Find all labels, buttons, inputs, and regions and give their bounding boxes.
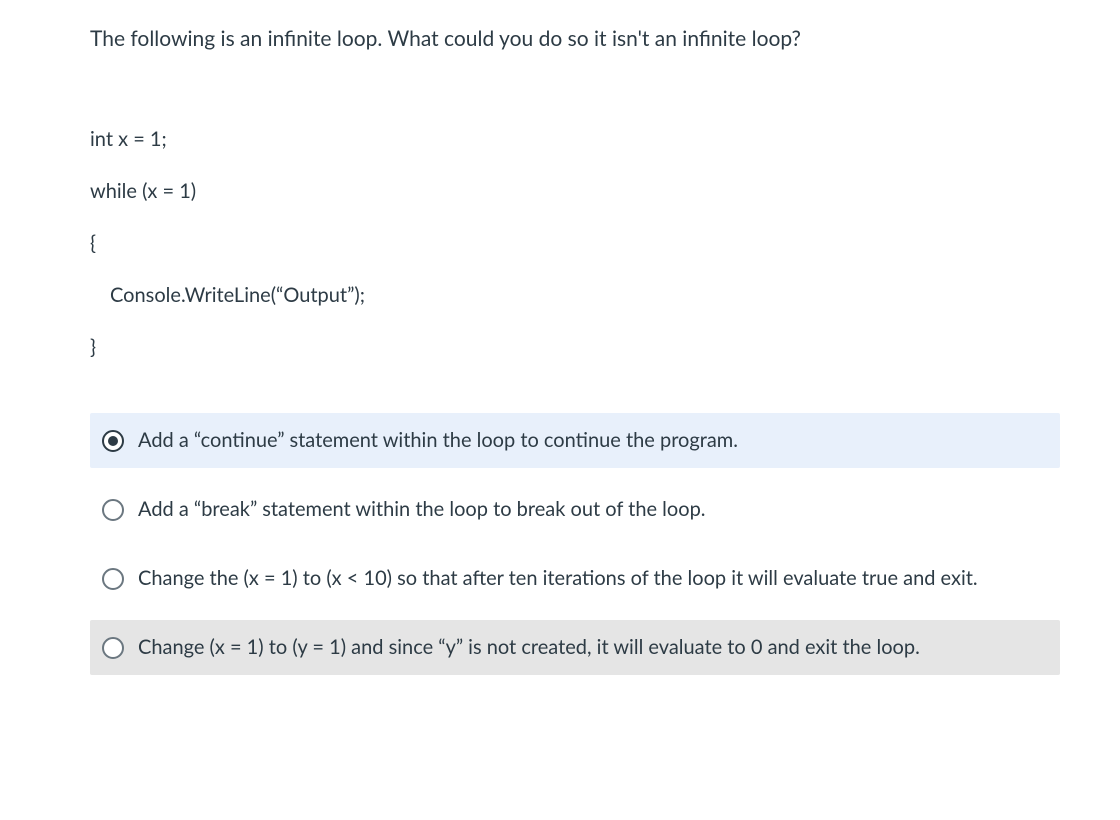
radio-icon: [102, 568, 124, 590]
radio-icon: [102, 637, 124, 659]
option-3[interactable]: Change the (x = 1) to (x < 10) so that a…: [90, 551, 1060, 606]
spacer: [90, 606, 1060, 620]
code-line-5: }: [90, 321, 1060, 373]
code-block: int x = 1; while (x = 1) { Console.Write…: [90, 113, 1060, 373]
spacer: [90, 537, 1060, 551]
code-line-3: {: [90, 217, 1060, 269]
option-1[interactable]: Add a “continue” statement within the lo…: [90, 413, 1060, 468]
option-4[interactable]: Change (x = 1) to (y = 1) and since “y” …: [90, 620, 1060, 675]
option-4-label: Change (x = 1) to (y = 1) and since “y” …: [138, 634, 1048, 661]
option-3-label: Change the (x = 1) to (x < 10) so that a…: [138, 565, 1048, 592]
options-list: Add a “continue” statement within the lo…: [90, 413, 1060, 675]
option-2-label: Add a “break” statement within the loop …: [138, 496, 1048, 523]
question-container: The following is an infinite loop. What …: [0, 0, 1120, 715]
code-line-1: int x = 1;: [90, 113, 1060, 165]
radio-icon: [102, 430, 124, 452]
radio-dot-icon: [108, 436, 118, 446]
question-prompt: The following is an infinite loop. What …: [90, 24, 1060, 53]
option-2[interactable]: Add a “break” statement within the loop …: [90, 482, 1060, 537]
code-line-2: while (x = 1): [90, 165, 1060, 217]
code-line-4: Console.WriteLine(“Output”);: [90, 269, 1060, 321]
option-1-label: Add a “continue” statement within the lo…: [138, 427, 1048, 454]
spacer: [90, 468, 1060, 482]
radio-icon: [102, 499, 124, 521]
